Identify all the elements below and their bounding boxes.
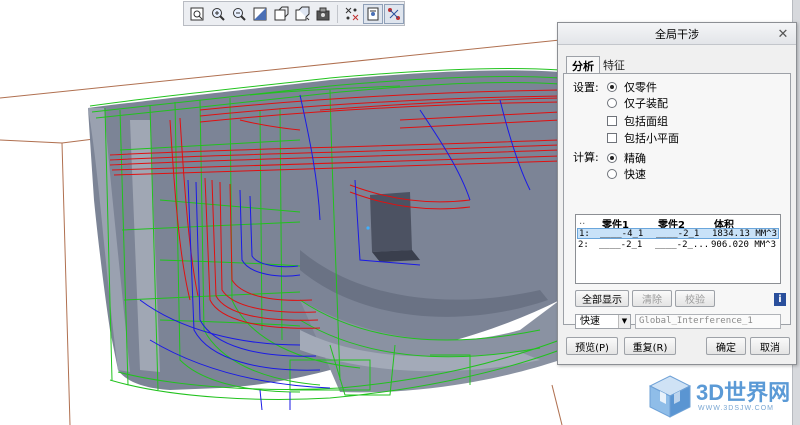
- row-volume: 906.020 MM^3: [711, 240, 777, 250]
- subassembly-only-radio[interactable]: [607, 98, 617, 108]
- zoom-out-icon[interactable]: [229, 4, 249, 24]
- show-all-button[interactable]: 全部显示: [575, 290, 629, 307]
- table-row[interactable]: 2: ____-2_1 ____-2_... 906.020 MM^3: [577, 240, 779, 251]
- cube-logo-icon: [648, 375, 692, 418]
- column-part1-header: 零件1: [602, 220, 629, 231]
- watermark: 3D世界网 WWW.3DSJW.COM: [646, 373, 792, 421]
- row-part2: ____-2_1: [656, 229, 700, 239]
- watermark-text: 3D世界网: [696, 380, 791, 405]
- compute-mode-value: 快速: [580, 316, 600, 327]
- preview-button[interactable]: 预览(P): [566, 337, 618, 355]
- compute-mode-select[interactable]: 快速 ▼: [575, 314, 631, 329]
- tab-feature[interactable]: 特征: [598, 56, 630, 73]
- column-volume-header: 体积: [714, 220, 734, 231]
- row-index: 1:: [579, 229, 590, 239]
- include-facets-checkbox[interactable]: [607, 133, 617, 143]
- clear-button[interactable]: 清除: [632, 290, 672, 307]
- tab-analysis-label: 分析: [572, 60, 594, 73]
- info-icon[interactable]: i: [774, 293, 786, 306]
- quick-label: 快速: [624, 168, 646, 181]
- watermark-url: WWW.3DSJW.COM: [698, 405, 774, 412]
- global-interference-dialog: 全局干涉 ✕ 分析 特征 设置: 仅零件 仅子装配 包括面组 包括小平面 计算:…: [557, 22, 797, 365]
- analysis-name-field[interactable]: Global_Interference_1: [635, 314, 781, 329]
- render-icon[interactable]: [313, 4, 333, 24]
- column-part2-header: 零件2: [658, 220, 685, 231]
- compute-label: 计算:: [573, 151, 599, 164]
- row-part2: ____-2_...: [655, 240, 710, 250]
- results-table[interactable]: .. 零件1 零件2 体积 1: ____-4_1 ____-2_1 1834.…: [575, 214, 781, 284]
- repeat-button[interactable]: 重复(R): [624, 337, 676, 355]
- spin-center-icon[interactable]: [363, 3, 383, 24]
- view-orient-icon[interactable]: [292, 4, 312, 24]
- zoom-fit-icon[interactable]: [187, 4, 207, 24]
- parts-only-radio[interactable]: [607, 82, 617, 92]
- close-icon[interactable]: ✕: [776, 27, 790, 41]
- pick-point: [366, 226, 370, 230]
- model-body: [88, 70, 560, 393]
- row-volume: 1834.13 MM^3: [712, 229, 778, 239]
- include-quilts-checkbox[interactable]: [607, 116, 617, 126]
- row-part1: ____-2_1: [599, 240, 643, 250]
- chevron-down-icon[interactable]: ▼: [618, 315, 630, 328]
- exact-radio[interactable]: [607, 153, 617, 163]
- cancel-button[interactable]: 取消: [750, 337, 790, 355]
- toolbar-separator: [337, 4, 338, 23]
- subassembly-only-label: 仅子装配: [624, 97, 668, 110]
- verify-button[interactable]: 校验: [675, 290, 715, 307]
- zoom-in-icon[interactable]: [208, 4, 228, 24]
- tab-feature-label: 特征: [603, 59, 625, 72]
- dialog-title-bar[interactable]: 全局干涉: [558, 23, 796, 45]
- include-quilts-label: 包括面组: [624, 115, 668, 128]
- table-row[interactable]: 1: ____-4_1 ____-2_1 1834.13 MM^3: [577, 228, 779, 239]
- row-index: 2:: [578, 240, 589, 250]
- dialog-title: 全局干涉: [655, 27, 699, 41]
- row-part1: ____-4_1: [600, 229, 644, 239]
- annotation-icon[interactable]: [384, 3, 404, 24]
- results-index-header: ..: [579, 216, 586, 227]
- datum-display-icon[interactable]: [342, 4, 362, 24]
- exact-label: 精确: [624, 152, 646, 165]
- shade-icon[interactable]: [250, 4, 270, 24]
- spin-icon[interactable]: [271, 4, 291, 24]
- analysis-panel: 设置: 仅零件 仅子装配 包括面组 包括小平面 计算: 精确 快速 .. 零件1…: [563, 73, 791, 329]
- quick-radio[interactable]: [607, 169, 617, 179]
- view-toolbar: [183, 1, 405, 26]
- settings-label: 设置:: [573, 81, 599, 94]
- parts-only-label: 仅零件: [624, 81, 657, 94]
- include-facets-label: 包括小平面: [624, 132, 679, 145]
- tab-analysis[interactable]: 分析: [566, 56, 600, 74]
- ok-button[interactable]: 确定: [706, 337, 746, 355]
